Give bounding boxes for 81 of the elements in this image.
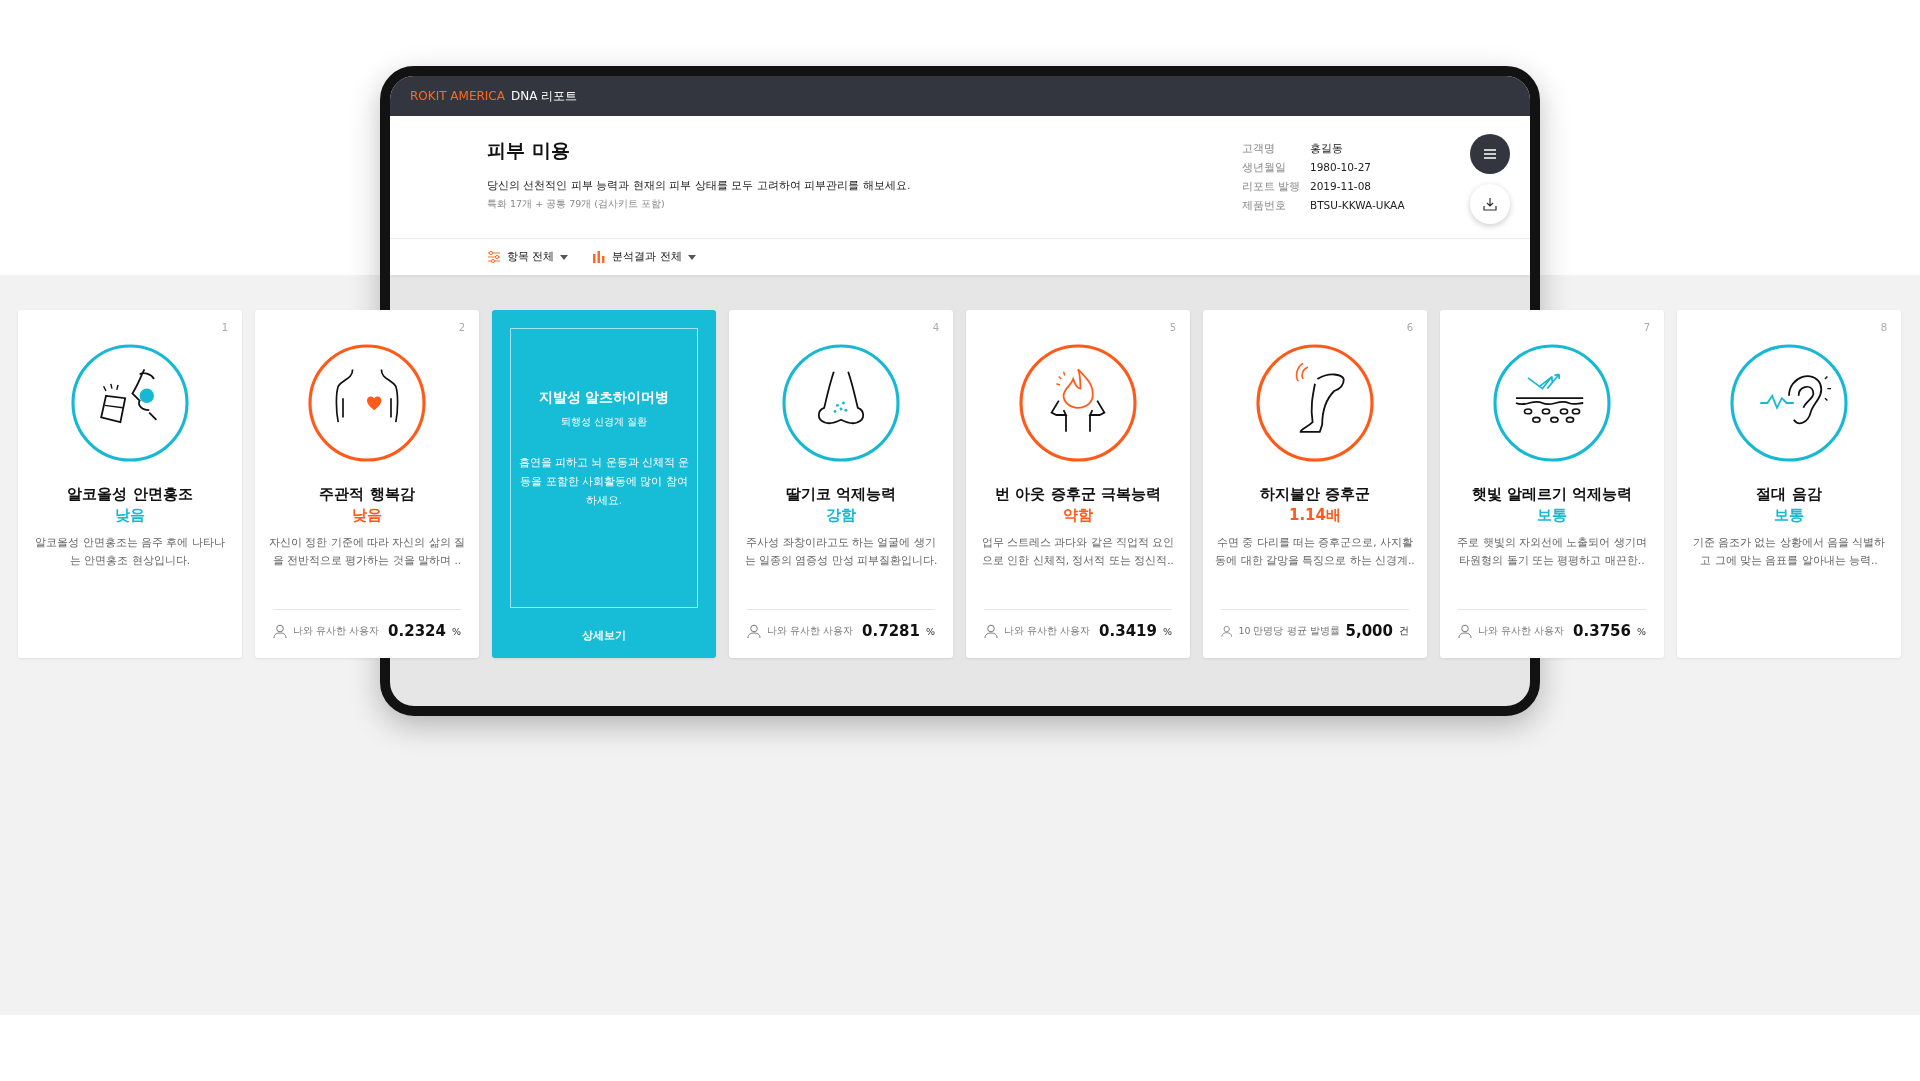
result-card[interactable]: 8 절대 음감 보통 기준 음조가 없는 상황에서 음을 식별하고 그에 맞는 음표를 알아내는 능력.. xyxy=(1677,310,1901,658)
card-title: 번 아웃 증후군 극복능력 xyxy=(995,485,1161,504)
person-icon xyxy=(1458,623,1472,639)
card-number: 1 xyxy=(221,322,228,333)
brand-name: ROKIT AMERICA xyxy=(410,89,505,103)
stat-unit: % xyxy=(925,625,935,637)
card-description: 기준 음조가 없는 상황에서 음을 식별하고 그에 맞는 음표를 알아내는 능력.. xyxy=(1691,535,1887,568)
stat-label: 나와 유사한 사용자 xyxy=(1478,624,1566,638)
menu-button[interactable] xyxy=(1470,134,1510,174)
card-title: 주관적 행복감 xyxy=(319,485,415,504)
product-name: DNA 리포트 xyxy=(510,87,578,105)
card-number: 6 xyxy=(1406,322,1413,333)
info-label: 제품번호 xyxy=(1242,199,1287,213)
info-label: 고객명 xyxy=(1242,142,1276,156)
info-value: BTSU-KKWA-UKAA xyxy=(1310,199,1406,213)
result-card[interactable]: 5 번 아웃 증후군 극복능력 약함 업무 스트레스 과다와 같은 직업적 요인으로 인한 신체적, 정서적 또는 정신적.. 나와 유사한 사용자 0.3419 % xyxy=(966,310,1190,658)
stat-unit: % xyxy=(1162,625,1172,637)
result-level: 1.14배 xyxy=(1289,506,1341,525)
person-icon xyxy=(273,623,287,639)
result-card[interactable]: 6 하지불안 증후군 1.14배 수면 중 다리를 떠는 증후군으로, 사지활동에 대한 갈망을 특징으로 하는 신경계.. 10 만명당 평균 발병률 5,000 건 xyxy=(1203,310,1427,658)
stat-value: 0.3756 xyxy=(1573,622,1631,640)
stat-unit: 건 xyxy=(1399,624,1409,638)
stat-value: 0.2324 xyxy=(388,622,446,640)
card-description: 주로 햇빛의 자외선에 노출되어 생기며 타원형의 돌기 또는 평평하고 매끈한.. xyxy=(1456,535,1648,568)
result-level: 강함 xyxy=(826,506,856,525)
card-description: 알코올성 안면홍조는 음주 후에 나타나는 안면홍조 현상입니다. xyxy=(34,535,226,568)
caret-icon xyxy=(560,254,569,260)
card-title: 절대 음감 xyxy=(1756,485,1822,504)
stat-label: 나와 유사한 사용자 xyxy=(293,624,381,638)
card-description: 자신이 정한 기준에 따라 자신의 삶의 질을 전반적으로 평가하는 것을 말하며 .. xyxy=(268,535,466,568)
result-card[interactable]: 4 딸기코 억제능력 강함 주사성 좌창이라고도 하는 얼굴에 생기는 일종의 염증성 만성 피부질환입니다. 나와 유사한 사용자 0.7281 % xyxy=(729,310,953,658)
info-value: 홍길동 xyxy=(1310,142,1344,156)
card-subtitle: 퇴행성 신경계 질환 xyxy=(560,415,648,429)
card-description: 수면 중 다리를 떠는 증후군으로, 사지활동에 대한 갈망을 특징으로 하는 신경계.. xyxy=(1215,535,1415,568)
filter-dropdown[interactable]: 항목 전체 xyxy=(487,248,569,266)
card-number: 5 xyxy=(1169,322,1176,333)
stat-label: 나와 유사한 사용자 xyxy=(1004,624,1092,638)
result-card[interactable]: 1 알코올성 안면홍조 낮음 알코올성 안면홍조는 음주 후에 나타나는 안면홍조 현상입니다. xyxy=(18,310,242,658)
person-icon xyxy=(747,623,761,639)
stat-unit: % xyxy=(1636,625,1646,637)
card-title: 딸기코 억제능력 xyxy=(785,485,897,504)
info-value: 1980-10-27 xyxy=(1310,161,1373,175)
stat-value: 0.3419 xyxy=(1099,622,1157,640)
result-level: 낮음 xyxy=(115,506,145,525)
card-title: 알코올성 안면홍조 xyxy=(67,485,193,504)
download-button[interactable] xyxy=(1470,184,1510,224)
filter-dropdown[interactable]: 분석결과 전체 xyxy=(592,248,696,266)
item-summary: 특화 17개 + 공통 79개 (검사키트 포함) xyxy=(487,198,666,211)
result-level: 낮음 xyxy=(352,506,382,525)
card-title: 하지불안 증후군 xyxy=(1259,485,1371,504)
person-icon xyxy=(1221,623,1233,639)
result-level: 보통 xyxy=(1774,506,1804,525)
download-icon xyxy=(1483,197,1497,211)
card-title: 햇빛 알레르기 억제능력 xyxy=(1471,485,1633,504)
person-icon xyxy=(984,623,998,639)
bar-chart-icon xyxy=(592,250,607,264)
stat-unit: % xyxy=(451,625,461,637)
card-advice: 흡연을 피하고 뇌 운동과 신체적 운동을 포함한 사회활동에 많이 참여하세요. xyxy=(517,455,691,508)
result-level: 보통 xyxy=(1537,506,1567,525)
page-description: 당신의 선천적인 피부 능력과 현재의 피부 상태를 모두 고려하여 피부관리를 해보세요. xyxy=(487,178,912,193)
result-card[interactable]: 7 햇빛 알레르기 억제능력 보통 주로 햇빛의 자외선에 노출되어 생기며 타원형의 돌기 또는 평평하고 매끈한.. 나와 유사한 사용자 0.3756 % xyxy=(1440,310,1664,658)
stat-label: 나와 유사한 사용자 xyxy=(767,624,855,638)
card-number: 2 xyxy=(458,322,465,333)
stat-value: 5,000 xyxy=(1345,622,1393,640)
card-number: 7 xyxy=(1643,322,1650,333)
stat-value: 0.7281 xyxy=(862,622,920,640)
page-title: 피부 미용 xyxy=(487,138,571,163)
card-description: 업무 스트레스 과다와 같은 직업적 요인으로 인한 신체적, 정서적 또는 정신적.. xyxy=(980,535,1176,568)
info-value: 2019-11-08 xyxy=(1310,180,1373,194)
result-level: 약함 xyxy=(1063,506,1093,525)
stat-label: 10 만명당 평균 발병률 xyxy=(1238,624,1340,638)
info-label: 리포트 발행 xyxy=(1242,180,1302,194)
card-number: 8 xyxy=(1880,322,1887,333)
menu-icon xyxy=(1483,149,1497,159)
sliders-icon xyxy=(487,250,501,264)
card-description: 주사성 좌창이라고도 하는 얼굴에 생기는 일종의 염증성 만성 피부질환입니다. xyxy=(743,535,939,568)
card-title: 지발성 알츠하이머병 xyxy=(538,389,670,407)
caret-icon xyxy=(687,254,696,260)
result-card[interactable]: 2 주관적 행복감 낮음 자신이 정한 기준에 따라 자신의 삶의 질을 전반적으로 평가하는 것을 말하며 .. 나와 유사한 사용자 0.2324 % xyxy=(255,310,479,658)
card-number: 4 xyxy=(932,322,939,333)
info-label: 생년월일 xyxy=(1242,161,1287,175)
